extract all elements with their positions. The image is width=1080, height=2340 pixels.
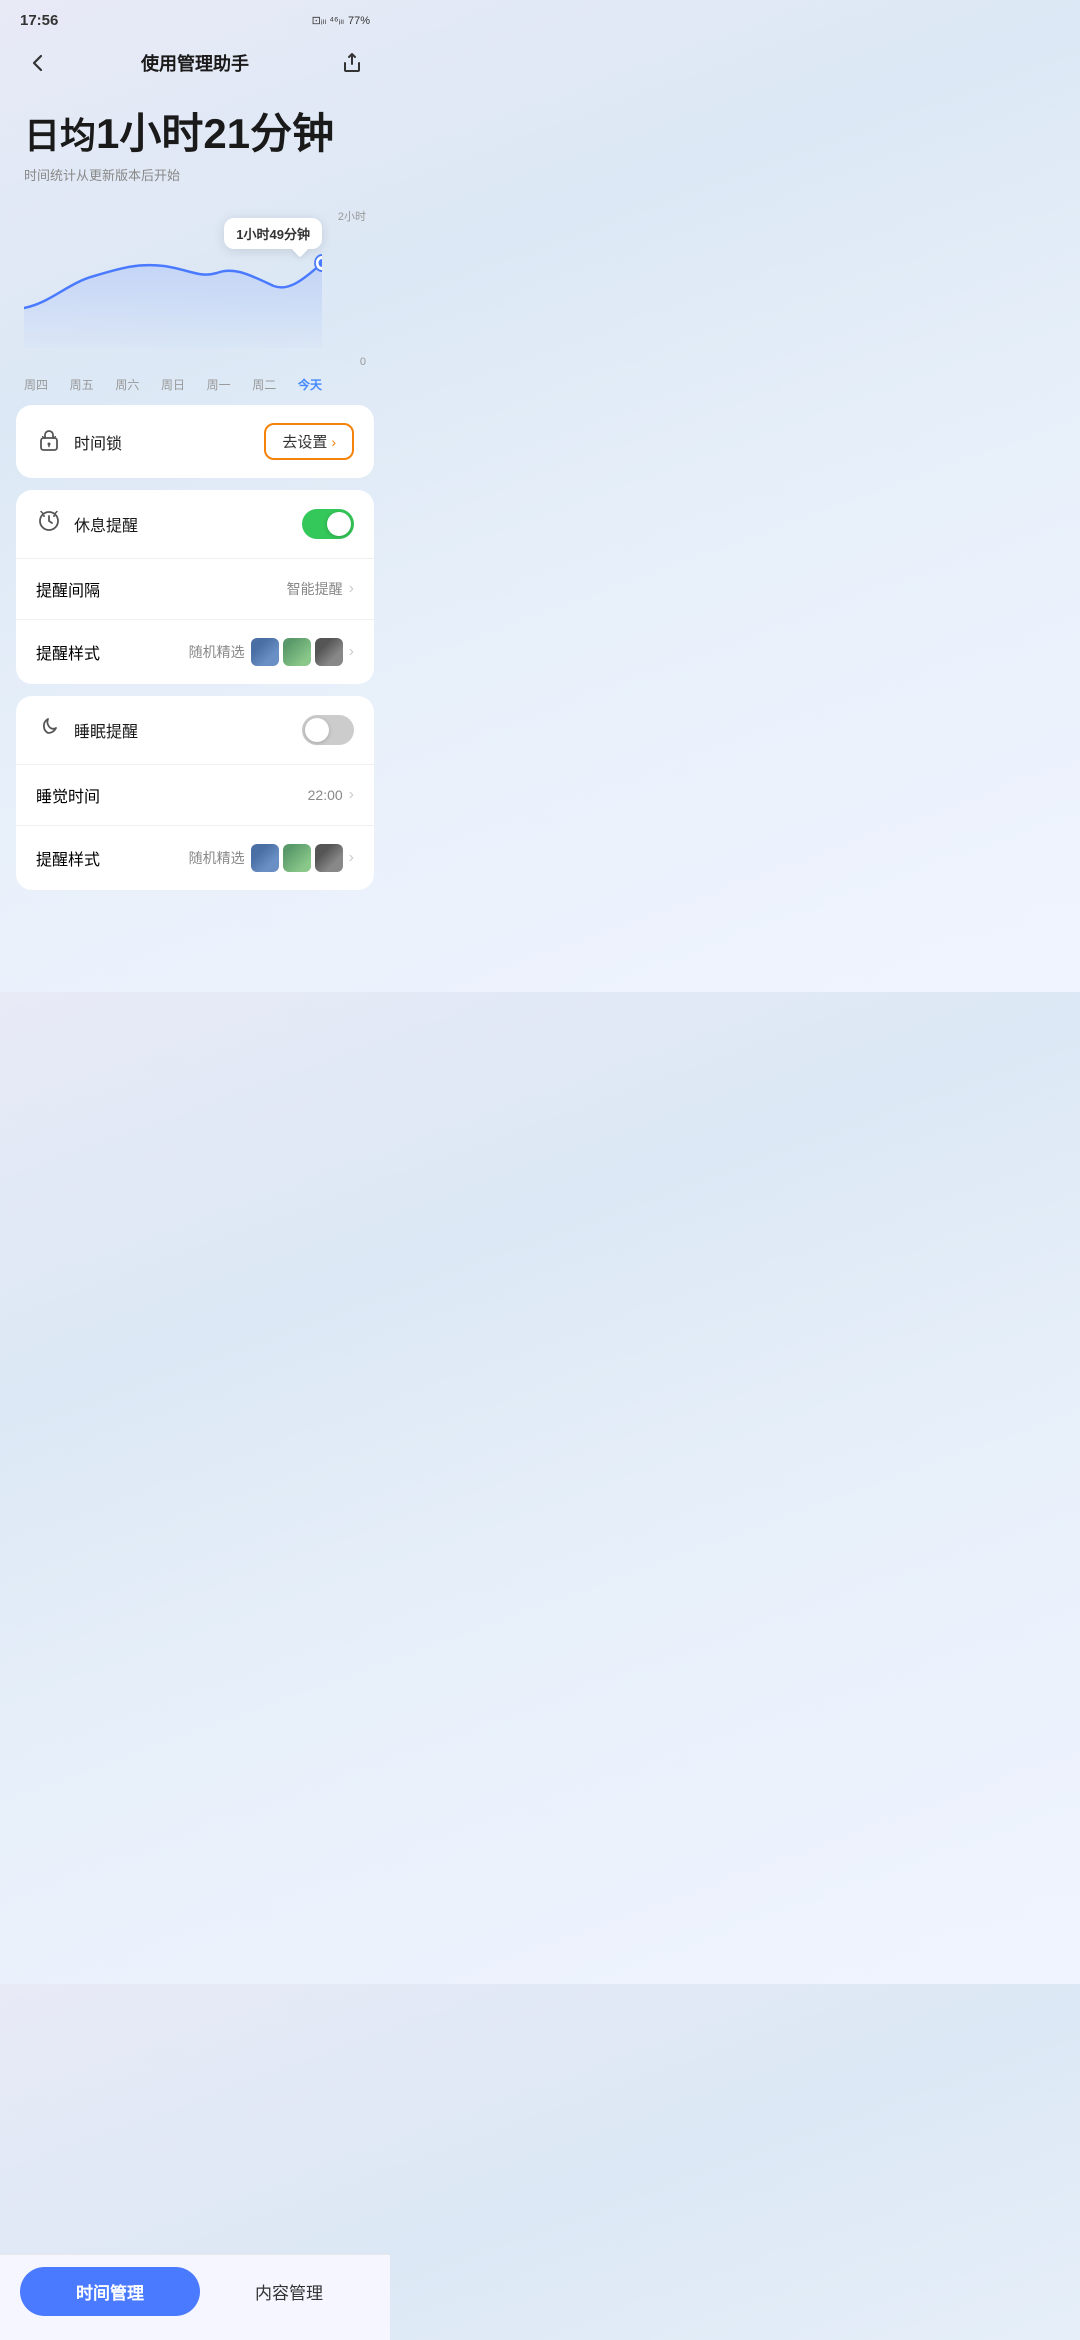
sleep-time-row[interactable]: 睡觉时间 22:00 › [16,765,374,826]
rest-reminder-row: 休息提醒 [16,490,374,559]
signal-icons: ⊡ᵢₗₗ ⁴⁶ᵢₗₗ [312,14,344,27]
rest-reminder-left: 休息提醒 [36,508,138,540]
share-button[interactable] [334,45,370,81]
content-management-tab[interactable]: 内容管理 [208,2267,370,2316]
sleep-time-value: 22:00 [308,787,343,803]
day-thu: 周四 [24,376,48,393]
sleep-reminder-style-row[interactable]: 提醒样式 随机精选 › [16,826,374,890]
y-label-bottom: 0 [326,356,366,368]
battery-icon: 77% [348,15,370,27]
chart-x-labels: 周四 周五 周六 周日 周一 周二 今天 [24,368,322,393]
reminder-interval-value: 智能提醒 [287,579,343,599]
day-sat: 周六 [115,376,139,393]
time-lock-label: 时间锁 [74,430,122,454]
day-today: 今天 [298,376,322,393]
daily-average-title: 日均1小时21分钟 [24,109,366,159]
reminder-style-row[interactable]: 提醒样式 随机精选 › [16,620,374,684]
sleep-thumb-1 [251,844,279,872]
reminder-interval-label: 提醒间隔 [36,577,100,601]
goto-chevron: › [331,434,336,450]
chart-svg-area [24,208,322,348]
thumb-3 [315,638,343,666]
reminder-interval-row[interactable]: 提醒间隔 智能提醒 › [16,559,374,620]
time-lock-row: 时间锁 去设置 › [16,405,374,478]
reminder-style-value: 随机精选 [189,642,245,662]
reminder-interval-chevron: › [349,580,354,598]
rest-reminder-toggle[interactable] [302,509,354,539]
reminder-style-thumbs [251,638,343,666]
status-bar: 17:56 ⊡ᵢₗₗ ⁴⁶ᵢₗₗ 77% [0,0,390,37]
page-title: 使用管理助手 [141,50,249,76]
reminder-style-right: 随机精选 › [189,638,354,666]
reminder-style-chevron: › [349,643,354,661]
time-lock-left: 时间锁 [36,426,122,458]
sleep-reminder-icon [36,714,62,746]
chart-y-labels: 2小时 0 [326,208,366,368]
sleep-reminder-card: 睡眠提醒 睡觉时间 22:00 › 提醒样式 随机精选 › [16,696,374,890]
sleep-time-label: 睡觉时间 [36,783,100,807]
sleep-reminder-style-thumbs [251,844,343,872]
status-icons: ⊡ᵢₗₗ ⁴⁶ᵢₗₗ 77% [312,14,370,27]
time-management-tab[interactable]: 时间管理 [20,2267,200,2316]
sleep-reminder-row: 睡眠提醒 [16,696,374,765]
day-sun: 周日 [161,376,185,393]
thumb-1 [251,638,279,666]
sleep-time-chevron: › [349,786,354,804]
time-lock-card: 时间锁 去设置 › [16,405,374,478]
sleep-thumb-2 [283,844,311,872]
bottom-nav: 时间管理 内容管理 [0,2254,390,2340]
header: 使用管理助手 [0,37,390,93]
rest-reminder-label: 休息提醒 [74,512,138,536]
back-button[interactable] [20,45,56,81]
rest-reminder-icon [36,508,62,540]
sleep-reminder-left: 睡眠提醒 [36,714,138,746]
sleep-reminder-right [302,715,354,745]
rest-reminder-right [302,509,354,539]
daily-average-subtitle: 时间统计从更新版本后开始 [24,165,366,184]
time-lock-icon [36,426,62,458]
sleep-reminder-style-chevron: › [349,849,354,867]
time-lock-goto-button[interactable]: 去设置 › [264,423,354,460]
day-mon: 周一 [207,376,231,393]
sleep-reminder-style-label: 提醒样式 [36,846,100,870]
sleep-reminder-style-right: 随机精选 › [189,844,354,872]
sleep-reminder-label: 睡眠提醒 [74,718,138,742]
sleep-reminder-toggle[interactable] [302,715,354,745]
y-label-top: 2小时 [326,208,366,224]
usage-chart: 2小时 0 1小时49分钟 [24,208,366,368]
sleep-thumb-3 [315,844,343,872]
reminder-style-label: 提醒样式 [36,640,100,664]
sleep-reminder-style-value: 随机精选 [189,848,245,868]
main-content: 日均1小时21分钟 时间统计从更新版本后开始 2小时 0 1小时49分钟 [0,93,390,405]
daily-average-section: 日均1小时21分钟 时间统计从更新版本后开始 [24,109,366,184]
day-fri: 周五 [70,376,94,393]
day-tue: 周二 [252,376,276,393]
rest-reminder-card: 休息提醒 提醒间隔 智能提醒 › 提醒样式 随机精选 › [16,490,374,684]
thumb-2 [283,638,311,666]
status-time: 17:56 [20,12,58,29]
reminder-interval-right: 智能提醒 › [287,579,354,599]
sleep-time-right: 22:00 › [308,786,354,804]
